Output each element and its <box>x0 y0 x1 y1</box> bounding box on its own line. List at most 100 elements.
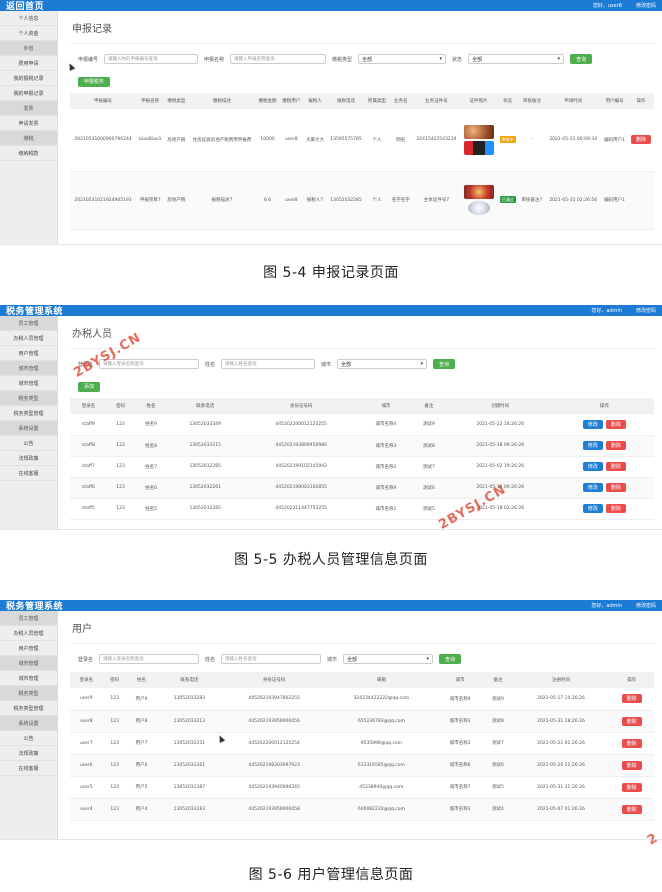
table-cell: 城市名称3 <box>436 710 484 733</box>
table-cell: 445202193940890345 <box>222 776 326 799</box>
table-cell: staff5 <box>70 498 107 520</box>
column-header: 密码 <box>116 404 126 409</box>
column-header: 操作 <box>636 99 646 104</box>
chevron-down-icon: ▾ <box>426 656 430 662</box>
delete-button[interactable]: 删除 <box>621 738 642 748</box>
column-header: 登录名 <box>79 678 94 683</box>
delete-button[interactable]: 删除 <box>621 716 642 726</box>
table-cell: 姓名7 <box>134 456 168 478</box>
sidebar-item[interactable]: 城市管理 <box>0 376 57 391</box>
search-button[interactable]: 查询 <box>570 54 593 64</box>
table-cell: 2021-05-20 21:26:26 <box>512 754 610 777</box>
row-actions: 修改 删除 <box>557 504 652 513</box>
sidebar-item[interactable]: 个人信息 <box>0 11 57 26</box>
filter-label-login: 登录名 <box>78 361 94 368</box>
sidebar-item[interactable]: 个人资金 <box>0 26 57 41</box>
table-row: 20210531000900790244 biaoBiao1 房地产税 住房征收房地产… <box>70 109 654 172</box>
table-cell: 123 <box>102 688 127 711</box>
delete-button[interactable]: 删除 <box>605 462 626 471</box>
declare-no-input[interactable]: 请输入你的申报编号查询 <box>104 54 199 64</box>
column-header: 缴税用户 <box>282 99 301 104</box>
delete-button[interactable]: 删除 <box>630 135 651 145</box>
table-cell: 测试8 <box>412 435 446 457</box>
edit-button[interactable]: 修改 <box>582 483 603 492</box>
table-cell <box>460 109 497 172</box>
column-header: 身份证号码 <box>262 678 286 683</box>
delete-button[interactable]: 删除 <box>605 504 626 513</box>
tax-type-select[interactable]: 全部 ▾ <box>358 54 447 64</box>
column-header: 操作 <box>599 404 609 409</box>
sidebar-item[interactable]: 法规政策 <box>0 451 57 466</box>
login-name-input[interactable]: 请输入登录名称查询 <box>99 654 200 664</box>
delete-button[interactable]: 删除 <box>621 782 642 792</box>
page-title: 办税人员 <box>70 316 654 349</box>
table-row: user4 123 用户4 13052033183 445202193958900458… <box>70 798 654 821</box>
sidebar-item[interactable]: 城市管理 <box>0 671 57 686</box>
sidebar-group-header: 税务类型 <box>0 686 57 701</box>
id-photos <box>462 124 495 155</box>
change-password-link[interactable]: 修改密码 <box>636 307 656 314</box>
search-button[interactable]: 查询 <box>439 654 462 664</box>
table-cell: 审核中 <box>496 109 519 172</box>
sidebar-item[interactable]: 用户管理 <box>0 641 57 656</box>
sidebar-item[interactable]: 在线客服 <box>0 761 57 776</box>
sidebar-item[interactable]: 法规政策 <box>0 746 57 761</box>
sidebar-item[interactable]: 申请发票 <box>0 116 57 131</box>
edit-button[interactable]: 修改 <box>582 462 603 471</box>
delete-button[interactable]: 删除 <box>605 483 626 492</box>
table-cell: 城市名称9 <box>359 477 413 499</box>
table-cell: user9 <box>70 688 103 711</box>
delete-button[interactable]: 删除 <box>621 760 642 770</box>
status-select[interactable]: 全部 ▾ <box>468 54 565 64</box>
top-bar: 税务管理系统 您好，admin 修改密码 <box>0 305 662 317</box>
delete-button[interactable]: 删除 <box>621 694 642 704</box>
city-select[interactable]: 全部 ▾ <box>343 654 434 664</box>
sidebar-item[interactable]: 我的报税记录 <box>0 71 57 86</box>
delete-button[interactable]: 删除 <box>621 804 642 814</box>
sidebar-item[interactable]: 公告 <box>0 731 57 746</box>
name-input[interactable]: 请输入姓名查询 <box>221 359 316 369</box>
sidebar-item[interactable]: 在线客服 <box>0 466 57 481</box>
login-name-input[interactable]: 请输入登录名称查询 <box>99 359 200 369</box>
table-cell: 445202198003102855 <box>242 477 360 499</box>
table-cell: 2021-05-31 18:26:26 <box>512 710 610 733</box>
city-select[interactable]: 全部 ▾ <box>337 359 428 369</box>
table-cell: 修改 删除 <box>554 435 654 457</box>
sidebar-item[interactable]: 办税人员管理 <box>0 626 57 641</box>
sidebar-item[interactable]: 缴纳税款 <box>0 146 57 161</box>
table-cell: 修改 删除 <box>554 456 654 478</box>
delete-button[interactable]: 删除 <box>605 419 626 429</box>
sidebar-item[interactable]: 费用申请 <box>0 56 57 71</box>
table-cell: 13052033215 <box>167 435 243 457</box>
sidebar-item[interactable]: 办税人员管理 <box>0 331 57 346</box>
sidebar-item[interactable]: 公告 <box>0 436 57 451</box>
sidebar-group-header: 系统设置 <box>0 421 57 436</box>
delete-button[interactable]: 删除 <box>605 441 626 450</box>
declare-name-input[interactable]: 请输入申报名称查询 <box>230 54 327 64</box>
add-staff-button[interactable]: 添加 <box>78 381 101 392</box>
change-password-link[interactable]: 修改密码 <box>636 2 656 9</box>
column-header: 姓名 <box>146 404 156 409</box>
column-header: 密码 <box>110 678 120 683</box>
sidebar-item[interactable]: 用户管理 <box>0 346 57 361</box>
table-cell: 2021-05-31 02:26:56 <box>545 171 602 230</box>
sidebar-item[interactable]: 我的申报记录 <box>0 86 57 101</box>
name-input[interactable]: 请输入姓名查询 <box>221 654 322 664</box>
add-declaration-button[interactable]: 申报税务 <box>78 76 111 87</box>
sidebar-item[interactable]: 税务类型管理 <box>0 406 57 421</box>
search-button[interactable]: 查询 <box>433 359 456 369</box>
edit-button[interactable]: 修改 <box>582 504 603 513</box>
sidebar-item[interactable]: 税务类型管理 <box>0 701 57 716</box>
change-password-link[interactable]: 修改密码 <box>636 602 656 609</box>
table-cell: 城市名称9 <box>436 688 484 711</box>
table-cell: 13052031261 <box>156 754 223 777</box>
main-content: 办税人员 登录名 请输入登录名称查询 姓名 请输入姓名查询 城市 全部 ▾ 查询… <box>58 316 662 529</box>
sidebar-group-header: 城市管理 <box>0 361 57 376</box>
id-photo-image <box>463 140 494 155</box>
edit-button[interactable]: 修改 <box>582 419 603 429</box>
city-value: 全部 <box>341 361 352 368</box>
table-cell: user7 <box>70 732 103 755</box>
edit-button[interactable]: 修改 <box>582 441 603 450</box>
table-cell: 32415422543234 <box>412 109 461 172</box>
table-cell: 删除 <box>609 732 654 755</box>
